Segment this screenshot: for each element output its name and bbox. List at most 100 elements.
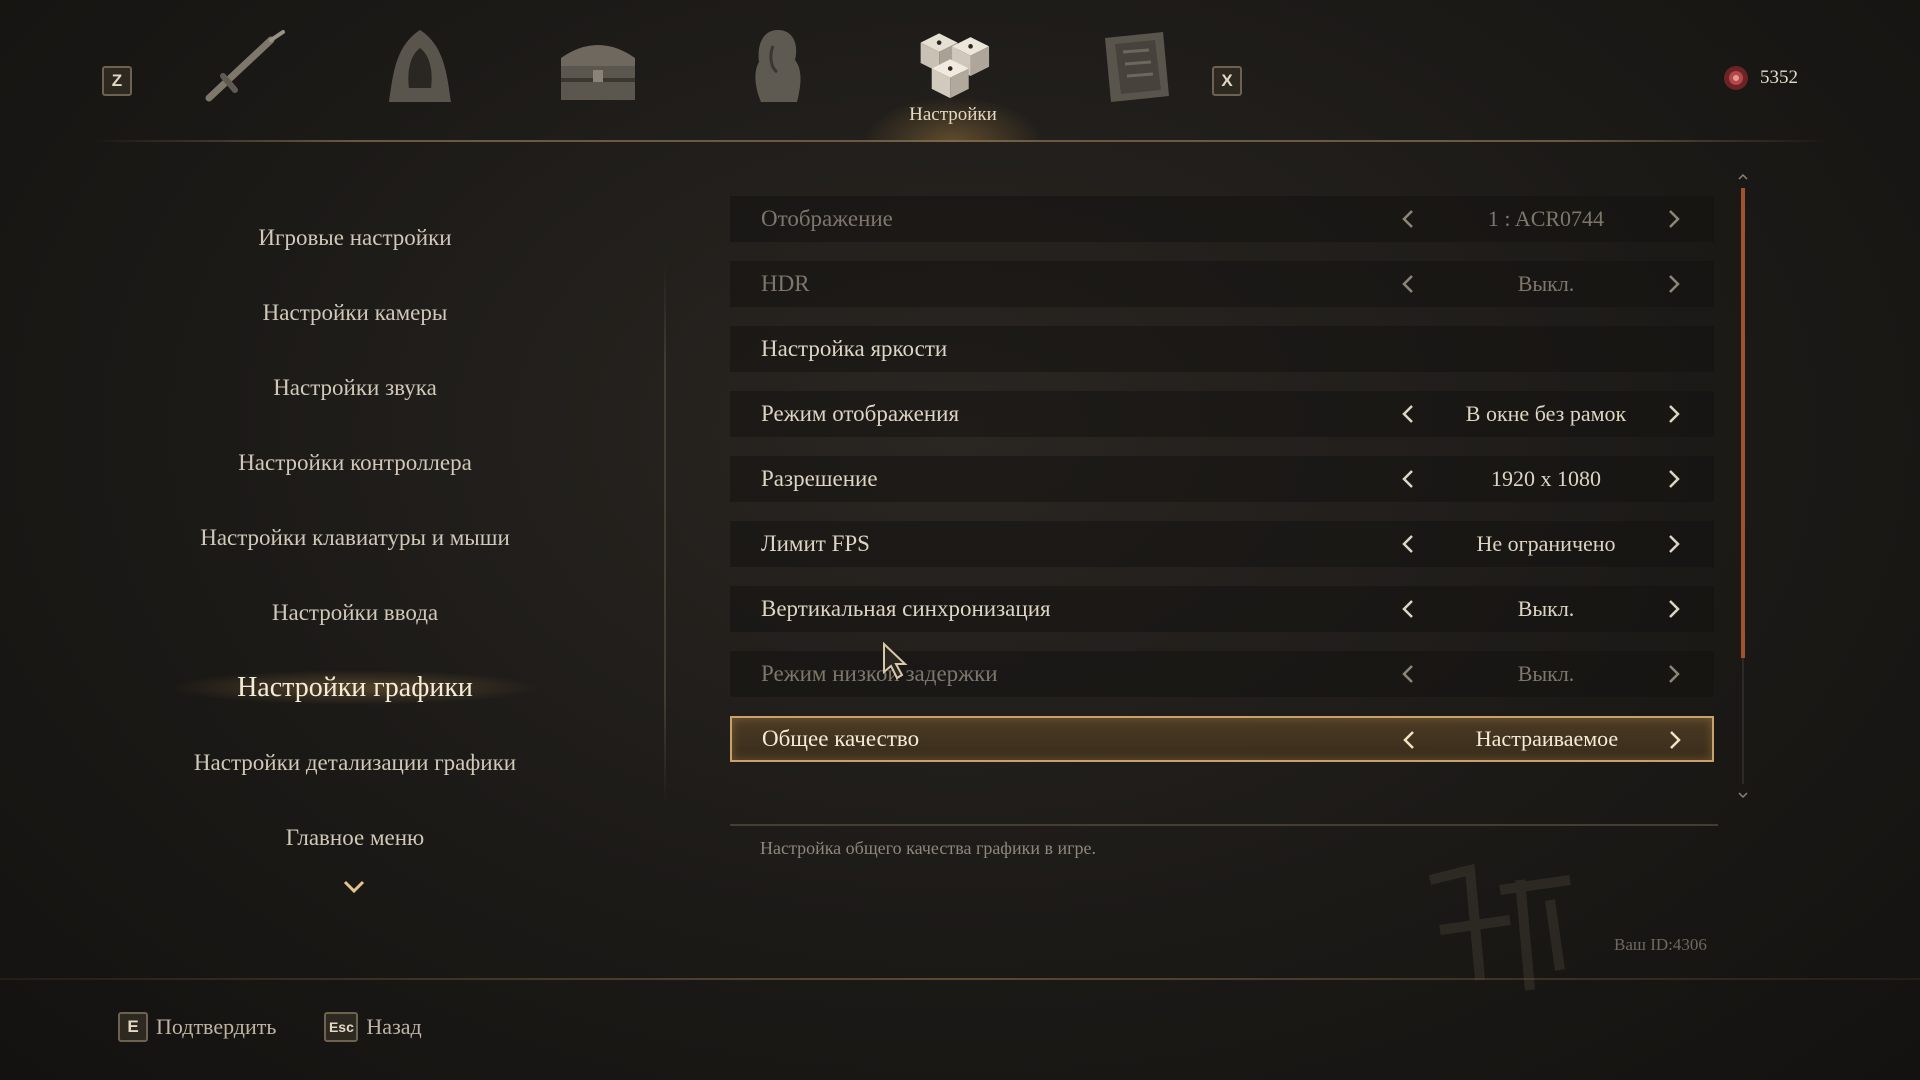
chevron-right-icon[interactable] [1661,206,1687,232]
setting-label: Режим низкой задержки [761,661,998,686]
menu-item-graphics-detail-settings[interactable]: Настройки детализации графики [150,725,560,800]
setting-label: Отображение [761,206,893,231]
user-id-label: Ваш ID:4306 [1614,935,1707,954]
chevron-left-icon[interactable] [1396,727,1422,753]
top-navigation: Z Настройки X 5352 [0,0,1920,142]
menu-item-main-menu[interactable]: Главное меню [150,800,560,875]
menu-divider [664,265,666,805]
tab-settings-label: Настройки [909,104,997,125]
scroll-down-icon[interactable] [1738,790,1748,800]
menu-item-game-settings[interactable]: Игровые настройки [150,200,560,275]
setting-value: Выкл. [1517,661,1575,686]
setting-label: Общее качество [762,726,920,751]
chevron-left-icon[interactable] [1395,596,1421,622]
setting-value: Выкл. [1517,271,1575,296]
mouse-cursor-icon [883,642,908,680]
menu-item-label: Игровые настройки [258,224,452,250]
chest-icon [561,45,635,100]
chevron-right-icon[interactable] [1662,727,1688,753]
chevron-right-icon[interactable] [1661,661,1687,687]
chevron-left-icon[interactable] [1395,661,1421,687]
menu-item-sound-settings[interactable]: Настройки звука [150,350,560,425]
footer-divider [0,978,1920,980]
tab-armor[interactable] [370,26,470,126]
setting-row-hdr[interactable]: HDR Выкл. [730,261,1714,307]
sword-icon [205,30,285,102]
scroll-thumb[interactable] [1741,188,1745,658]
setting-row-display-mode[interactable]: Режим отображения В окне без рамок [730,391,1714,437]
chevron-left-icon[interactable] [1395,466,1421,492]
chevron-left-icon[interactable] [1395,531,1421,557]
next-tab-key[interactable]: X [1212,66,1242,96]
setting-label: HDR [761,271,810,296]
menu-item-label: Настройки детализации графики [193,749,517,775]
chevron-left-icon[interactable] [1395,401,1421,427]
menu-item-label: Главное меню [285,824,425,850]
setting-value: 1920 x 1080 [1491,466,1601,491]
tab-character[interactable] [728,26,828,126]
chevron-right-icon[interactable] [1661,531,1687,557]
setting-label: Лимит FPS [761,531,870,556]
setting-row-vsync[interactable]: Вертикальная синхронизация Выкл. [730,586,1714,632]
menu-item-controller-settings[interactable]: Настройки контроллера [150,425,560,500]
button-hints: E Подтвердить Esc Назад [118,1012,470,1042]
chevron-right-icon[interactable] [1661,596,1687,622]
tab-settings[interactable]: Настройки [863,26,1043,142]
currency-amount: 5352 [1760,67,1798,88]
scroll-up-icon[interactable] [1738,172,1748,182]
menu-item-label: Настройки камеры [262,299,448,325]
menu-item-keyboard-mouse-settings[interactable]: Настройки клавиатуры и мыши [150,500,560,575]
chevron-right-icon[interactable] [1661,271,1687,297]
setting-row-low-latency[interactable]: Режим низкой задержки Выкл. [730,651,1714,697]
menu-item-camera-settings[interactable]: Настройки камеры [150,275,560,350]
menu-item-graphics-settings[interactable]: Настройки графики [150,650,560,725]
tab-inventory[interactable] [548,26,648,126]
setting-row-fps-limit[interactable]: Лимит FPS Не ограничено [730,521,1714,567]
graphics-settings-list: Отображение 1 : ACR0744 HDR Выкл. Настро… [730,196,1714,781]
menu-item-label: Настройки клавиатуры и мыши [200,524,510,550]
menu-item-label: Настройки ввода [271,599,439,625]
setting-label: Режим отображения [761,401,960,426]
setting-description: Настройка общего качества графики в игре… [760,838,1096,858]
chevron-left-icon[interactable] [1395,271,1421,297]
confirm-key: E [118,1012,148,1042]
currency-display: 5352 [1722,64,1798,92]
character-icon [755,30,801,102]
setting-value: Не ограничено [1476,531,1616,556]
back-hint[interactable]: Esc Назад [324,1012,422,1042]
setting-row-brightness[interactable]: Настройка яркости [730,326,1714,372]
settings-scrollbar[interactable] [1738,172,1748,802]
confirm-label: Подтвердить [156,1014,277,1039]
confirm-hint[interactable]: E Подтвердить [118,1012,276,1042]
setting-row-overall-quality[interactable]: Общее качество Настраиваемое [730,716,1714,762]
setting-row-resolution[interactable]: Разрешение 1920 x 1080 [730,456,1714,502]
chevron-left-icon[interactable] [1395,206,1421,232]
prev-tab-key[interactable]: Z [102,66,132,96]
tab-equipment[interactable] [196,26,296,126]
setting-value: 1 : ACR0744 [1487,206,1605,231]
hood-icon [389,30,451,102]
setting-value: Выкл. [1517,596,1575,621]
setting-label: Настройка яркости [761,336,948,361]
scroll-icon [1105,32,1169,102]
chevron-down-icon[interactable] [342,878,366,896]
menu-item-label: Настройки графики [237,671,473,703]
setting-row-display[interactable]: Отображение 1 : ACR0744 [730,196,1714,242]
menu-item-input-settings[interactable]: Настройки ввода [150,575,560,650]
settings-category-menu: Игровые настройки Настройки камеры Настр… [150,200,560,875]
menu-item-label: Настройки звука [273,374,437,400]
dice-icon [920,33,990,99]
nav-divider [90,140,1830,142]
chevron-right-icon[interactable] [1661,466,1687,492]
tab-journal[interactable] [1086,26,1186,126]
description-divider [730,824,1718,826]
currency-gem-icon [1724,66,1748,90]
setting-value: В окне без рамок [1465,401,1627,426]
setting-value: Настраиваемое [1475,726,1619,751]
back-label: Назад [366,1014,422,1039]
menu-item-label: Настройки контроллера [238,449,472,475]
back-key: Esc [324,1012,359,1042]
chevron-right-icon[interactable] [1661,401,1687,427]
setting-label: Вертикальная синхронизация [761,596,1051,621]
setting-label: Разрешение [761,466,878,491]
